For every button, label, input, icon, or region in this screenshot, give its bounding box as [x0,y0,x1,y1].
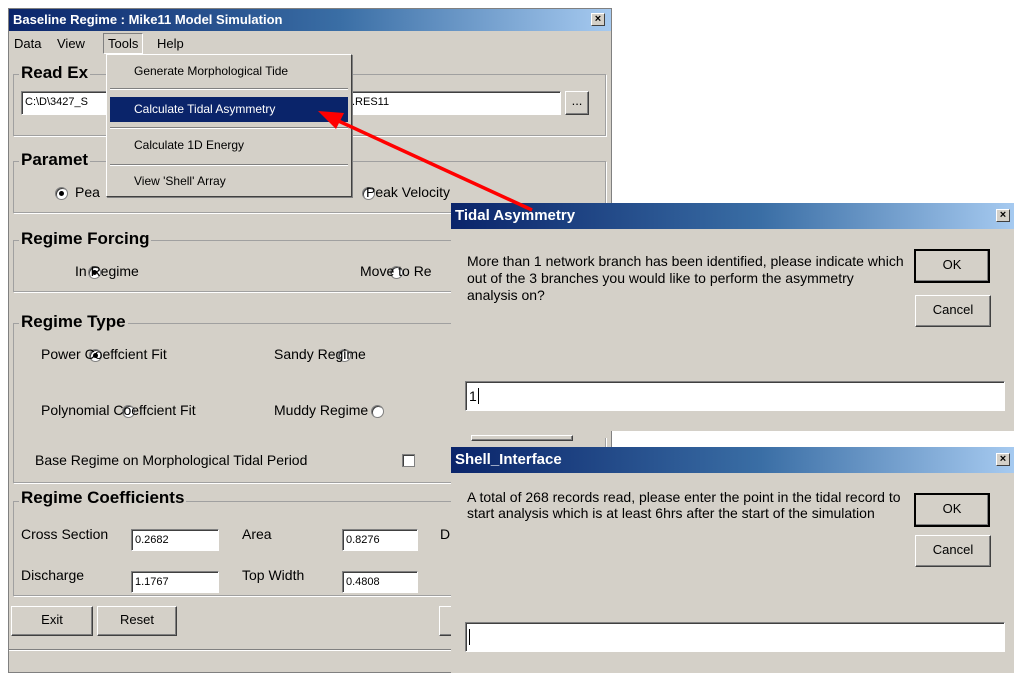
tools-dropdown-menu: Generate Morphological Tide Calculate Ti… [106,54,352,197]
area-value: 0.8276 [346,534,380,546]
menu-item-view-shell-array[interactable]: View 'Shell' Array [110,169,348,194]
tidal-cancel-label: Cancel [932,302,974,317]
tidal-message: More than 1 network branch has been iden… [467,253,904,303]
base-regime-label: Base Regime on Morphological Tidal Perio… [35,452,308,468]
poly-fit-label: Polynomial Coeffcient Fit [41,402,196,418]
menu-bar: Data View Tools Help [9,31,611,55]
browse-button[interactable]: ... [565,91,589,115]
close-icon: × [594,13,602,25]
path-left-text: C:\D\3427_S [25,96,88,108]
shell-title-bar: Shell_Interface × [451,447,1014,473]
menu-item-generate-morphological-tide[interactable]: Generate Morphological Tide [110,59,348,84]
area-label: Area [242,526,272,542]
menu-view[interactable]: View [57,36,85,51]
exit-label: Exit [41,612,63,627]
tidal-ok-button[interactable]: OK [914,249,990,283]
forcing-in-regime-label: In Regime [75,263,139,279]
tidal-cancel-button[interactable]: Cancel [915,295,991,327]
cross-section-value: 0.2682 [135,534,169,546]
reset-button[interactable]: Reset [97,606,177,636]
forcing-move-label: Move to Re [360,263,432,279]
muddy-regime-label: Muddy Regime [274,402,369,418]
background-field-edge [611,431,1014,441]
tidal-close-button[interactable]: × [996,209,1010,222]
discharge-label: Discharge [21,567,85,583]
tidal-title-bar: Tidal Asymmetry × [451,203,1014,229]
menu-tools[interactable]: Tools [103,33,144,54]
shell-title: Shell_Interface [455,451,562,468]
tidal-ok-label: OK [942,257,962,272]
sandy-regime-label: Sandy Regime [274,346,366,362]
top-width-input[interactable]: 0.4808 [342,571,418,593]
base-regime-checkbox[interactable] [402,454,415,467]
tidal-asymmetry-dialog: Tidal Asymmetry × More than 1 network br… [451,203,1014,441]
menu-help[interactable]: Help [157,36,184,51]
background-button-edge [471,435,573,441]
forcing-group-title: Regime Forcing [19,229,152,249]
tidal-branch-value: 1 [469,388,477,404]
cross-section-input[interactable]: 0.2682 [131,529,219,551]
discharge-input[interactable]: 1.1767 [131,571,219,593]
shell-message: A total of 268 records read, please ente… [467,489,901,521]
tidal-title: Tidal Asymmetry [455,207,576,224]
power-fit-label: Power Coeffcient Fit [41,346,167,362]
param-opt1-label: Pea [75,184,100,200]
menu-separator [110,88,348,90]
exit-button[interactable]: Exit [11,606,93,636]
shell-cancel-button[interactable]: Cancel [915,535,991,567]
param-opt1-radio[interactable] [55,187,68,200]
shell-close-button[interactable]: × [996,453,1010,466]
menu-item-calculate-tidal-asymmetry[interactable]: Calculate Tidal Asymmetry [110,97,348,122]
main-title: Baseline Regime : Mike11 Model Simulatio… [13,12,283,27]
param-group-title: Paramet [19,150,91,170]
menu-separator [110,164,348,166]
shell-interface-dialog: Shell_Interface × A total of 268 records… [451,447,1014,673]
reset-label: Reset [120,612,154,627]
tidal-branch-input[interactable]: 1 [465,381,1005,411]
close-icon: × [999,453,1007,465]
read-group-title: Read Ex [19,63,91,83]
cross-section-label: Cross Section [21,526,109,542]
d-label: D [440,526,451,542]
top-width-value: 0.4808 [346,576,380,588]
path-right-text: .RES11 [352,96,390,108]
browse-label: ... [571,93,583,108]
shell-start-point-input[interactable] [465,622,1005,652]
shell-ok-button[interactable]: OK [914,493,990,527]
menu-item-calculate-1d-energy[interactable]: Calculate 1D Energy [110,133,348,158]
main-title-bar: Baseline Regime : Mike11 Model Simulatio… [9,9,611,31]
menu-separator [110,127,348,129]
shell-ok-label: OK [942,501,962,516]
coeff-group-title: Regime Coefficients [19,488,187,508]
area-input[interactable]: 0.8276 [342,529,418,551]
top-width-label: Top Width [242,567,305,583]
param-opt2-label: Peak Velocity [366,184,451,200]
close-icon: × [999,209,1007,221]
menu-data[interactable]: Data [14,36,41,51]
type-group-title: Regime Type [19,312,128,332]
shell-cancel-label: Cancel [932,542,974,557]
discharge-value: 1.1767 [135,576,169,588]
main-close-button[interactable]: × [591,13,605,26]
